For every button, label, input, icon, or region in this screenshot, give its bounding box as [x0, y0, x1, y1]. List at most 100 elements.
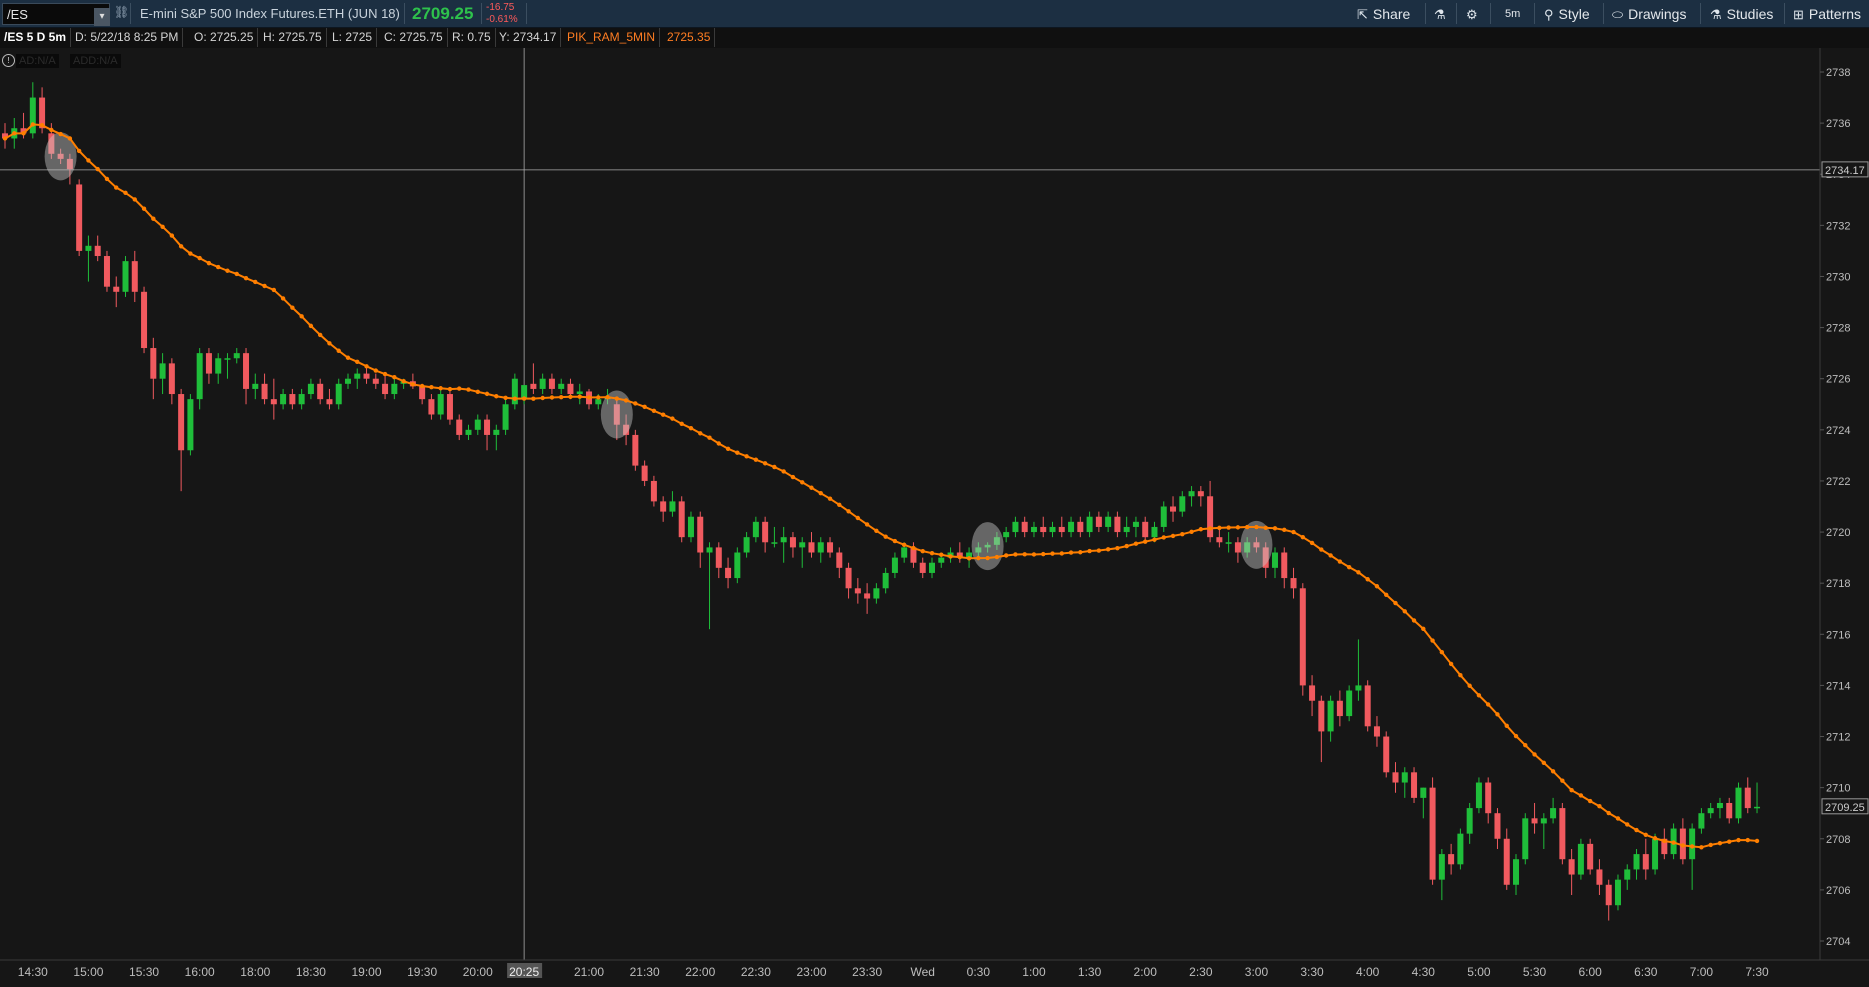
candle-body	[1466, 808, 1473, 834]
studies-button[interactable]: ⚗ Studies	[1710, 6, 1773, 23]
flask-button[interactable]: ⚗	[1434, 6, 1451, 23]
candle	[76, 179, 83, 257]
candle-body	[428, 399, 435, 415]
chart-label[interactable]: /ES 5 D 5m	[0, 28, 72, 47]
candle	[715, 542, 722, 579]
study-point	[1421, 626, 1426, 632]
study-point	[874, 528, 879, 533]
study-point	[1411, 618, 1417, 623]
candle-body	[474, 419, 481, 430]
study-point	[911, 545, 916, 551]
price-chart[interactable]: 2704 2706 2708 2710 2712 2714 2716 2718 2720 2722…	[0, 48, 1869, 987]
candle	[326, 388, 333, 410]
candle	[1577, 838, 1584, 880]
candle-body	[901, 547, 908, 558]
candle	[1754, 782, 1761, 814]
candle-body	[697, 516, 704, 553]
x-tick-label: 7:30	[1745, 965, 1769, 979]
candle-body	[762, 521, 769, 543]
candle	[131, 250, 138, 303]
drawings-button[interactable]: ⬭ Drawings	[1612, 6, 1686, 23]
candle-body	[1475, 782, 1482, 809]
study-point	[1031, 552, 1037, 557]
settings-button[interactable]: ⚙	[1466, 6, 1483, 23]
candle	[1003, 526, 1010, 543]
price-marker: 2734.17	[1821, 161, 1869, 178]
study-point	[2, 136, 8, 141]
candle	[335, 378, 342, 410]
candle	[808, 532, 815, 558]
candle-body	[1698, 813, 1705, 829]
patterns-button[interactable]: ⊞ Patterns	[1793, 6, 1861, 23]
candle	[94, 235, 101, 262]
candle-body	[150, 348, 157, 379]
candle-body	[845, 567, 852, 589]
study-point	[809, 485, 814, 490]
candle-body	[1744, 787, 1751, 809]
study-point	[299, 314, 304, 319]
candle-body	[1614, 879, 1621, 906]
candle	[1068, 516, 1075, 538]
study-point	[1486, 702, 1491, 707]
candle	[446, 388, 453, 425]
study-point	[1597, 804, 1602, 809]
study-point	[364, 364, 369, 369]
study-point	[1328, 553, 1333, 558]
candle	[103, 250, 110, 292]
y-tick-label: 2712	[1826, 732, 1850, 744]
candle	[521, 385, 528, 405]
chevron-down-icon[interactable]: ▾	[94, 8, 110, 26]
study-point	[206, 260, 212, 266]
share-button[interactable]: ⇱ Share	[1357, 6, 1410, 23]
candle	[1698, 808, 1705, 834]
symbol-input[interactable]: /ES ▾	[2, 3, 110, 26]
candle-body	[919, 562, 926, 573]
study-point	[410, 382, 416, 387]
study-point	[86, 158, 91, 163]
study-point	[1087, 548, 1092, 554]
study-point	[1180, 531, 1185, 537]
candle	[854, 578, 861, 604]
candle-body	[1457, 833, 1464, 865]
study-point	[1671, 840, 1676, 845]
divider	[1603, 3, 1604, 24]
candle-body	[521, 385, 528, 398]
study-point	[1439, 649, 1445, 655]
study-point	[827, 496, 833, 501]
candle-body	[1012, 521, 1019, 533]
candle	[1707, 802, 1714, 819]
study-point	[1606, 810, 1611, 816]
candle	[252, 373, 259, 400]
y-tick-label: 2738	[1826, 67, 1850, 79]
candle	[159, 353, 166, 395]
interval-button[interactable]: 5m	[1505, 8, 1520, 20]
candle	[1513, 854, 1520, 895]
study-value: 2725.35	[663, 28, 716, 47]
candle	[1420, 787, 1427, 819]
study-point	[1736, 837, 1741, 843]
candle	[725, 557, 732, 589]
candle	[372, 373, 379, 389]
study-point	[123, 190, 128, 196]
y-tick-label: 2718	[1826, 578, 1850, 590]
candle	[168, 358, 175, 405]
study-name[interactable]: PIK_RAM_5MIN	[563, 28, 661, 47]
study-point	[818, 491, 823, 496]
style-button[interactable]: ⚲ Style	[1544, 6, 1590, 23]
candle	[1179, 491, 1186, 517]
candle-body	[85, 245, 92, 251]
candle	[1550, 797, 1557, 824]
candle	[1132, 516, 1139, 538]
study-point	[169, 233, 175, 238]
candle-body	[1522, 818, 1529, 860]
study-point	[1523, 743, 1528, 748]
study-point	[707, 435, 712, 440]
study-point	[188, 251, 193, 256]
link-icon[interactable]: ⛓	[114, 5, 129, 19]
candle	[1466, 802, 1473, 844]
candle-body	[298, 394, 305, 405]
x-tick-label: 2:00	[1134, 965, 1158, 979]
study-point	[559, 394, 564, 400]
x-tick-label: 1:30	[1078, 965, 1102, 979]
candle-body	[437, 394, 444, 415]
